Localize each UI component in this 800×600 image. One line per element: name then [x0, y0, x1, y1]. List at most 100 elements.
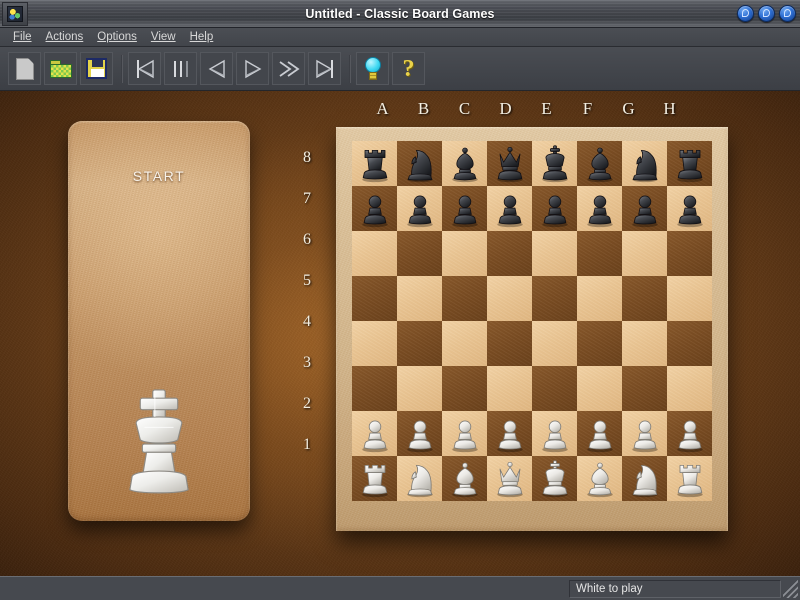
board-square-g5[interactable] [622, 276, 667, 321]
board-square-g7[interactable] [622, 186, 667, 231]
board-square-d4[interactable] [487, 321, 532, 366]
previous-move-button[interactable] [200, 52, 233, 85]
board-square-e3[interactable] [532, 366, 577, 411]
board-square-a4[interactable] [352, 321, 397, 366]
next-move-button[interactable] [236, 52, 269, 85]
board-square-h1[interactable] [667, 456, 712, 501]
board-square-f6[interactable] [577, 231, 622, 276]
board-square-a2[interactable] [352, 411, 397, 456]
white-queen-icon[interactable] [490, 459, 530, 499]
menu-file[interactable]: File [6, 30, 39, 44]
board-square-c6[interactable] [442, 231, 487, 276]
board-square-c4[interactable] [442, 321, 487, 366]
white-rook-icon[interactable] [355, 459, 395, 499]
start-panel[interactable]: START [68, 121, 250, 521]
board-square-f8[interactable] [577, 141, 622, 186]
black-bishop-icon[interactable] [580, 144, 620, 184]
save-game-button[interactable] [80, 52, 113, 85]
board-square-a7[interactable] [352, 186, 397, 231]
board-square-c3[interactable] [442, 366, 487, 411]
minimize-button[interactable] [737, 5, 754, 22]
white-pawn-icon[interactable] [445, 414, 485, 454]
board-square-e7[interactable] [532, 186, 577, 231]
chess-board[interactable] [352, 141, 712, 501]
white-pawn-icon[interactable] [490, 414, 530, 454]
board-square-e1[interactable] [532, 456, 577, 501]
board-square-d8[interactable] [487, 141, 532, 186]
resize-grip-icon[interactable] [783, 579, 798, 598]
black-pawn-icon[interactable] [355, 189, 395, 229]
board-square-c7[interactable] [442, 186, 487, 231]
board-square-a1[interactable] [352, 456, 397, 501]
board-square-b4[interactable] [397, 321, 442, 366]
menu-help[interactable]: Help [183, 30, 221, 44]
board-square-h4[interactable] [667, 321, 712, 366]
black-pawn-icon[interactable] [670, 189, 710, 229]
board-square-f1[interactable] [577, 456, 622, 501]
new-game-button[interactable] [8, 52, 41, 85]
black-pawn-icon[interactable] [625, 189, 665, 229]
board-square-g2[interactable] [622, 411, 667, 456]
board-square-e4[interactable] [532, 321, 577, 366]
black-knight-icon[interactable] [625, 144, 665, 184]
step-back-button[interactable] [164, 52, 197, 85]
system-menu-button[interactable] [2, 1, 28, 26]
board-square-d7[interactable] [487, 186, 532, 231]
board-square-c2[interactable] [442, 411, 487, 456]
board-square-f3[interactable] [577, 366, 622, 411]
board-square-b2[interactable] [397, 411, 442, 456]
go-to-start-button[interactable] [128, 52, 161, 85]
board-square-d3[interactable] [487, 366, 532, 411]
board-square-h6[interactable] [667, 231, 712, 276]
board-square-c8[interactable] [442, 141, 487, 186]
black-pawn-icon[interactable] [535, 189, 575, 229]
board-square-f4[interactable] [577, 321, 622, 366]
board-square-a6[interactable] [352, 231, 397, 276]
board-square-e5[interactable] [532, 276, 577, 321]
board-square-h2[interactable] [667, 411, 712, 456]
board-square-a8[interactable] [352, 141, 397, 186]
menu-view[interactable]: View [144, 30, 183, 44]
board-square-h5[interactable] [667, 276, 712, 321]
board-square-c5[interactable] [442, 276, 487, 321]
board-square-f7[interactable] [577, 186, 622, 231]
menu-options[interactable]: Options [90, 30, 144, 44]
board-square-e2[interactable] [532, 411, 577, 456]
board-square-g6[interactable] [622, 231, 667, 276]
black-queen-icon[interactable] [490, 144, 530, 184]
board-square-e8[interactable] [532, 141, 577, 186]
fast-forward-button[interactable] [272, 52, 305, 85]
white-pawn-icon[interactable] [400, 414, 440, 454]
black-pawn-icon[interactable] [580, 189, 620, 229]
board-square-h7[interactable] [667, 186, 712, 231]
hint-button[interactable] [356, 52, 389, 85]
board-square-b8[interactable] [397, 141, 442, 186]
black-pawn-icon[interactable] [490, 189, 530, 229]
board-square-b5[interactable] [397, 276, 442, 321]
go-to-end-button[interactable] [308, 52, 341, 85]
board-square-g3[interactable] [622, 366, 667, 411]
white-rook-icon[interactable] [670, 459, 710, 499]
board-square-f2[interactable] [577, 411, 622, 456]
board-square-g8[interactable] [622, 141, 667, 186]
board-square-b6[interactable] [397, 231, 442, 276]
white-pawn-icon[interactable] [625, 414, 665, 454]
board-square-b3[interactable] [397, 366, 442, 411]
white-pawn-icon[interactable] [580, 414, 620, 454]
board-square-d5[interactable] [487, 276, 532, 321]
board-square-a5[interactable] [352, 276, 397, 321]
maximize-button[interactable] [758, 5, 775, 22]
black-king-icon[interactable] [535, 144, 575, 184]
white-bishop-icon[interactable] [445, 459, 485, 499]
board-square-c1[interactable] [442, 456, 487, 501]
white-bishop-icon[interactable] [580, 459, 620, 499]
board-square-e6[interactable] [532, 231, 577, 276]
black-bishop-icon[interactable] [445, 144, 485, 184]
board-square-g1[interactable] [622, 456, 667, 501]
white-pawn-icon[interactable] [355, 414, 395, 454]
board-square-h8[interactable] [667, 141, 712, 186]
board-square-a3[interactable] [352, 366, 397, 411]
black-pawn-icon[interactable] [400, 189, 440, 229]
board-square-f5[interactable] [577, 276, 622, 321]
black-pawn-icon[interactable] [445, 189, 485, 229]
